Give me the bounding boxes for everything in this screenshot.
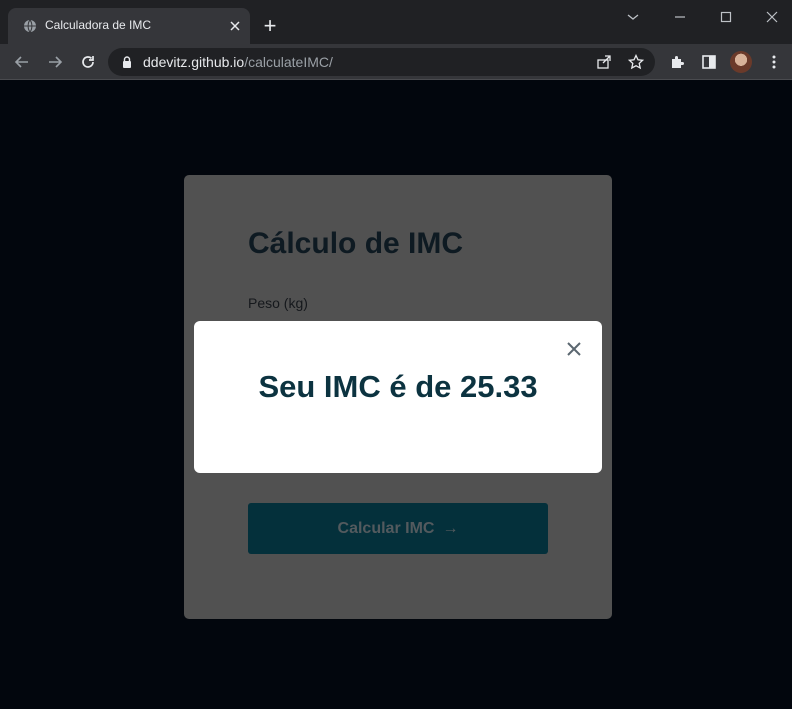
url-domain: ddevitz.github.io: [143, 54, 245, 70]
tab-title: Calculadora de IMC: [45, 18, 152, 32]
url-path: /calculateIMC/: [244, 54, 333, 70]
lock-icon[interactable]: [120, 55, 134, 69]
avatar[interactable]: [730, 51, 752, 73]
chevron-down-icon[interactable]: [622, 6, 644, 28]
share-icon[interactable]: [595, 53, 613, 71]
extensions-icon[interactable]: [667, 52, 687, 72]
result-modal: Seu IMC é de 25.33: [194, 321, 602, 473]
globe-icon: [22, 18, 38, 34]
close-icon[interactable]: [226, 17, 244, 35]
page-title: Cálculo de IMC: [248, 227, 464, 260]
close-icon[interactable]: [564, 339, 584, 359]
close-icon[interactable]: [761, 6, 783, 28]
browser-tab[interactable]: Calculadora de IMC: [8, 8, 250, 44]
new-tab-button[interactable]: +: [259, 15, 281, 37]
calculate-button-label: Calcular IMC: [337, 519, 435, 537]
browser-toolbar: ddevitz.github.io/calculateIMC/: [0, 44, 792, 80]
calculate-button[interactable]: Calcular IMC →: [248, 503, 548, 554]
weight-label: Peso (kg): [248, 295, 308, 311]
reload-icon[interactable]: [77, 51, 99, 73]
result-text: Seu IMC é de 25.33: [258, 369, 538, 404]
url-text: ddevitz.github.io/calculateIMC/: [143, 54, 333, 70]
menu-icon[interactable]: [764, 52, 784, 72]
page-content: Cálculo de IMC Peso (kg) Calcular IMC → …: [0, 81, 792, 709]
forward-icon[interactable]: [44, 51, 66, 73]
back-icon[interactable]: [11, 51, 33, 73]
tab-bar: Calculadora de IMC +: [0, 0, 792, 44]
arrow-right-icon: →: [442, 519, 459, 537]
address-bar[interactable]: ddevitz.github.io/calculateIMC/: [108, 48, 655, 76]
sidepanel-icon[interactable]: [699, 52, 719, 72]
maximize-icon[interactable]: [715, 6, 737, 28]
minimize-icon[interactable]: [669, 6, 691, 28]
star-icon[interactable]: [627, 53, 645, 71]
